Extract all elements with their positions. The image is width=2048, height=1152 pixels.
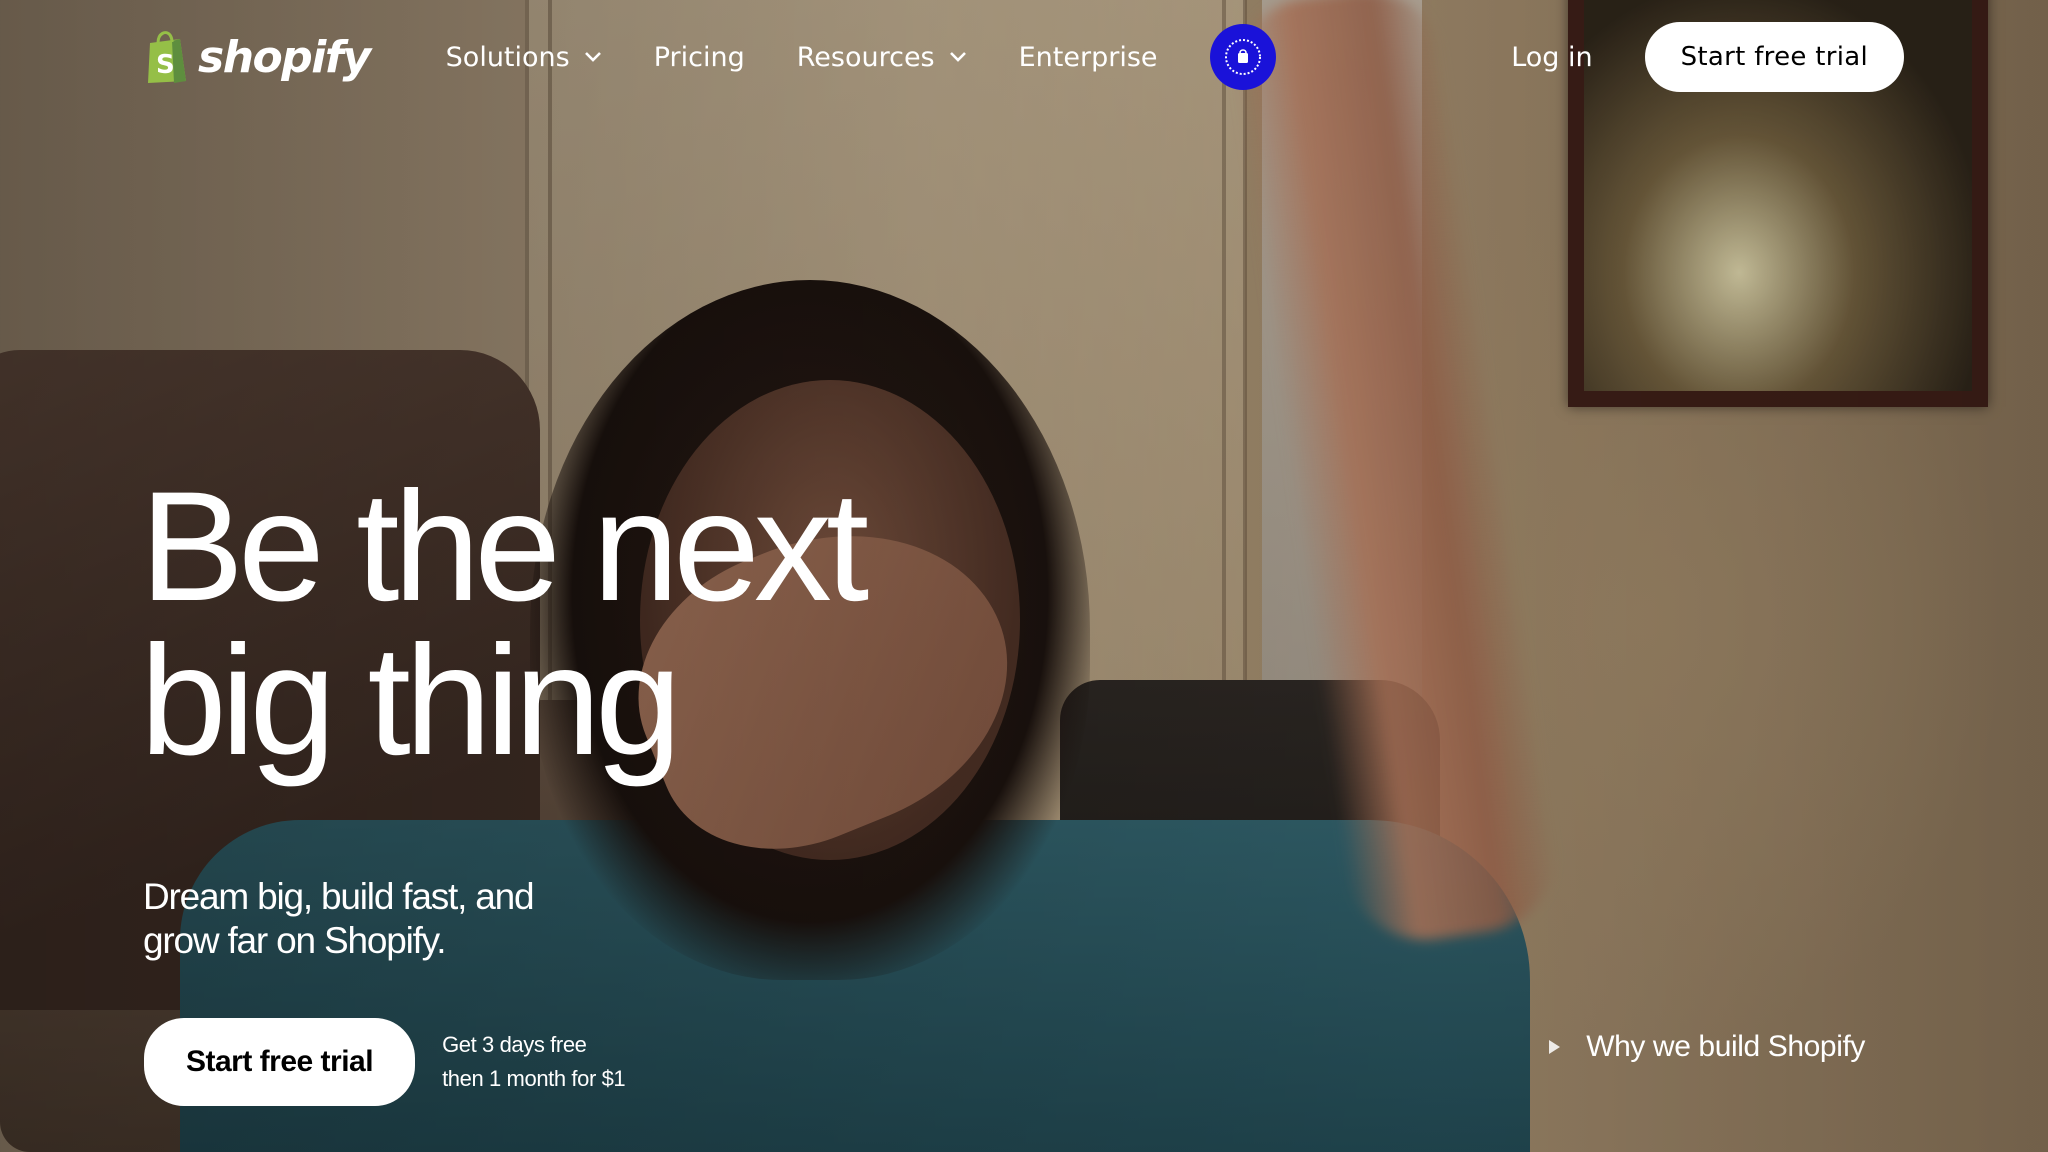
nav-enterprise[interactable]: Enterprise [1019, 42, 1158, 73]
nav-resources-label: Resources [796, 41, 935, 73]
shopify-bag-icon: S [148, 31, 186, 83]
hero-headline-line-2: big thing [140, 614, 682, 788]
shopify-editions-badge-icon [1224, 39, 1261, 75]
nav-pricing[interactable]: Pricing [654, 42, 745, 73]
svg-text:S: S [156, 50, 175, 80]
site-header: S shopify Solutions Pricing Resources En… [0, 0, 2048, 114]
nav-enterprise-label: Enterprise [1018, 41, 1158, 73]
shopify-logo[interactable]: S shopify [144, 29, 371, 85]
why-we-build-label: Why we build Shopify [1586, 1030, 1865, 1063]
header-actions: Log in Start free trial [1511, 22, 1904, 92]
chevron-down-icon [584, 52, 601, 62]
nav-solutions[interactable]: Solutions [446, 42, 602, 73]
chevron-down-icon [949, 52, 966, 62]
nav-resources[interactable]: Resources [797, 42, 967, 73]
nav-pricing-label: Pricing [653, 41, 745, 73]
trial-offer-text: Get 3 days free then 1 month for $1 [442, 1028, 626, 1096]
hero-subhead: Dream big, build fast, and grow far on S… [143, 876, 535, 961]
logo-wordmark: shopify [198, 31, 371, 83]
hero-start-trial-button[interactable]: Start free trial [144, 1018, 416, 1106]
main-nav: Solutions Pricing Resources Enterprise [446, 24, 1276, 90]
play-icon [1549, 1040, 1561, 1054]
nav-solutions-label: Solutions [445, 41, 570, 73]
hero-headline: Be the next big thing [140, 469, 1040, 779]
hero-cta-row: Start free trial Get 3 days free then 1 … [144, 1018, 626, 1106]
why-we-build-video-link[interactable]: Why we build Shopify [1549, 1030, 1865, 1064]
shopify-editions-badge[interactable] [1209, 24, 1276, 90]
offer-line-1: Get 3 days free [442, 1032, 587, 1057]
offer-line-2: then 1 month for $1 [442, 1066, 626, 1091]
login-link[interactable]: Log in [1511, 42, 1592, 73]
hero-headline-line-1: Be the next [140, 460, 869, 634]
header-start-trial-button[interactable]: Start free trial [1644, 22, 1904, 92]
